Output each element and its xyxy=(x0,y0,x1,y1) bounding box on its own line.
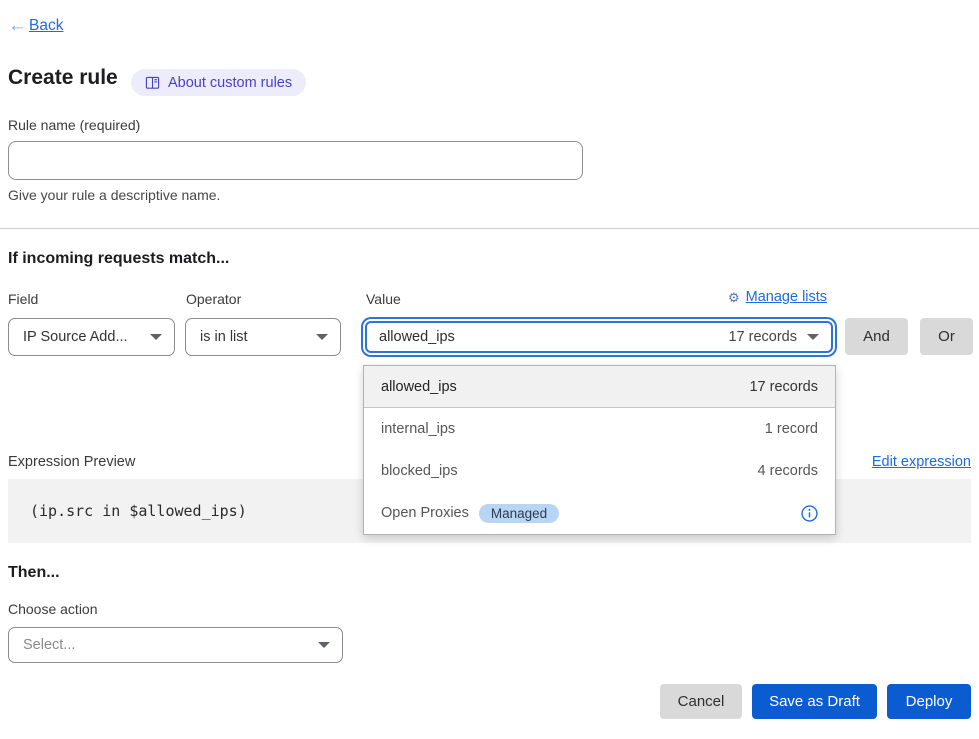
action-select-placeholder: Select... xyxy=(23,637,75,653)
value-select-value: allowed_ips xyxy=(379,329,455,345)
chevron-down-icon xyxy=(150,334,162,340)
action-select[interactable]: Select... xyxy=(8,627,343,663)
list-record-count: 4 records xyxy=(758,463,818,479)
create-rule-page: ← Back Create rule About custom rules Ru… xyxy=(0,0,979,739)
value-select-records-count: 17 records xyxy=(728,329,797,345)
and-button[interactable]: And xyxy=(845,318,908,355)
chevron-down-icon xyxy=(807,334,819,340)
field-select[interactable]: IP Source Add... xyxy=(8,318,175,356)
dropdown-option-internal-ips[interactable]: internal_ips 1 record xyxy=(364,408,835,450)
back-arrow-icon: ← xyxy=(8,16,27,35)
manage-lists-label[interactable]: Manage lists xyxy=(746,289,827,305)
operator-select[interactable]: is in list xyxy=(185,318,341,356)
choose-action-label: Choose action xyxy=(8,601,98,617)
about-custom-rules-label: About custom rules xyxy=(168,75,292,91)
list-record-count: 1 record xyxy=(765,421,818,437)
or-button[interactable]: Or xyxy=(920,318,973,355)
dropdown-option-blocked-ips[interactable]: blocked_ips 4 records xyxy=(364,450,835,492)
list-name: allowed_ips xyxy=(381,379,457,395)
save-as-draft-button[interactable]: Save as Draft xyxy=(752,684,877,719)
dropdown-option-allowed-ips[interactable]: allowed_ips 17 records xyxy=(364,366,835,408)
expression-preview-label: Expression Preview xyxy=(8,454,135,470)
info-icon[interactable] xyxy=(801,505,818,522)
list-name: Open Proxies xyxy=(381,505,469,521)
page-title: Create rule xyxy=(8,66,118,90)
deploy-button[interactable]: Deploy xyxy=(887,684,971,719)
about-custom-rules-link[interactable]: About custom rules xyxy=(131,69,306,96)
value-select[interactable]: allowed_ips 17 records xyxy=(365,321,833,353)
chevron-down-icon xyxy=(316,334,328,340)
back-link[interactable]: ← Back xyxy=(8,16,63,35)
field-select-value: IP Source Add... xyxy=(23,329,128,345)
section-divider xyxy=(0,228,979,229)
rule-name-input[interactable] xyxy=(8,141,583,180)
field-label: Field xyxy=(8,291,38,307)
cancel-button[interactable]: Cancel xyxy=(660,684,742,719)
rule-name-label: Rule name (required) xyxy=(8,117,140,133)
list-name: blocked_ips xyxy=(381,463,458,479)
chevron-down-icon xyxy=(318,642,330,648)
match-section-heading: If incoming requests match... xyxy=(8,250,229,268)
managed-badge: Managed xyxy=(479,504,559,523)
edit-expression-link[interactable]: Edit expression xyxy=(872,454,971,470)
operator-select-value: is in list xyxy=(200,329,248,345)
book-icon xyxy=(145,76,160,90)
value-dropdown-panel: allowed_ips 17 records internal_ips 1 re… xyxy=(363,365,836,535)
list-name: internal_ips xyxy=(381,421,455,437)
back-link-label[interactable]: Back xyxy=(29,17,63,35)
dropdown-option-open-proxies[interactable]: Open Proxies Managed xyxy=(364,492,835,534)
manage-lists-link[interactable]: ⚙ Manage lists xyxy=(728,289,827,305)
operator-label: Operator xyxy=(186,291,241,307)
value-label: Value xyxy=(366,291,401,307)
then-section-heading: Then... xyxy=(8,564,60,582)
list-record-count: 17 records xyxy=(749,379,818,395)
expression-code: (ip.src in $allowed_ips) xyxy=(30,502,247,520)
gear-icon: ⚙ xyxy=(728,291,740,304)
rule-name-helper-text: Give your rule a descriptive name. xyxy=(8,187,220,203)
